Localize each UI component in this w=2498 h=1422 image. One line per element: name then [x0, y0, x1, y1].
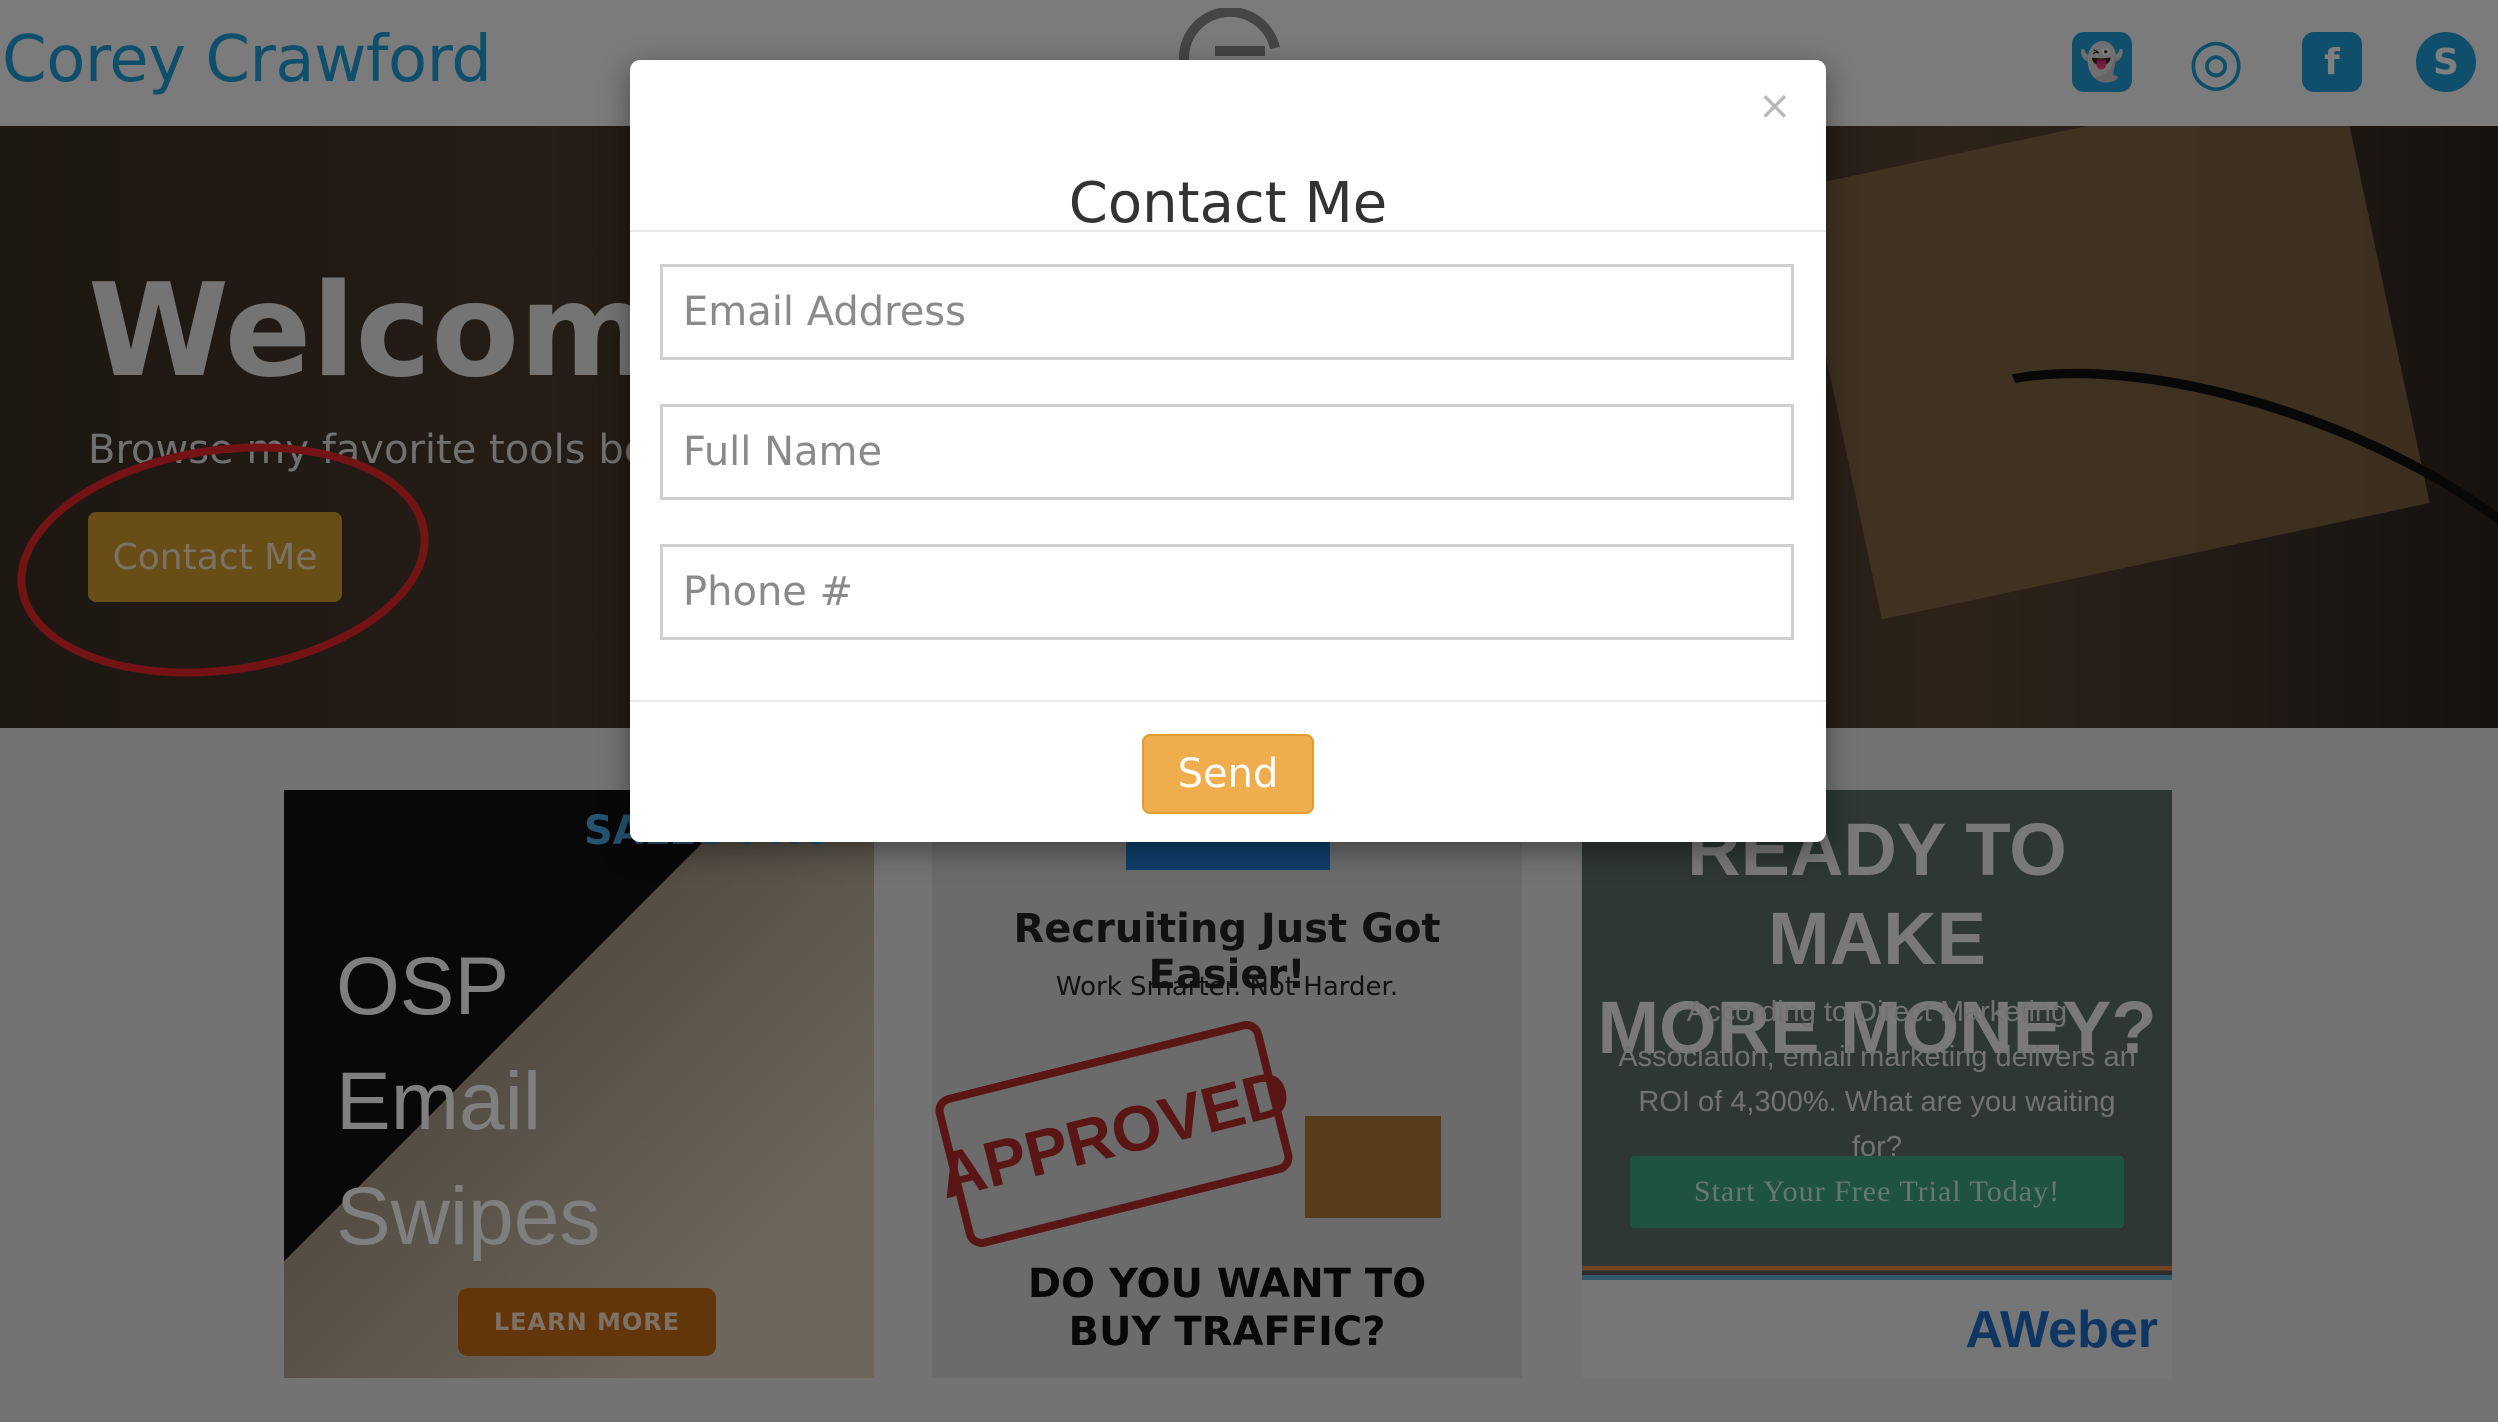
contact-modal: × Contact Me Send — [630, 60, 1826, 842]
modal-header-divider — [630, 230, 1826, 232]
full-name-field[interactable] — [660, 404, 1794, 500]
email-field[interactable] — [660, 264, 1794, 360]
phone-field[interactable] — [660, 544, 1794, 640]
modal-title: Contact Me — [1068, 171, 1388, 236]
send-button[interactable]: Send — [1142, 734, 1314, 814]
modal-footer-divider — [630, 700, 1826, 702]
close-icon[interactable]: × — [1758, 86, 1792, 126]
